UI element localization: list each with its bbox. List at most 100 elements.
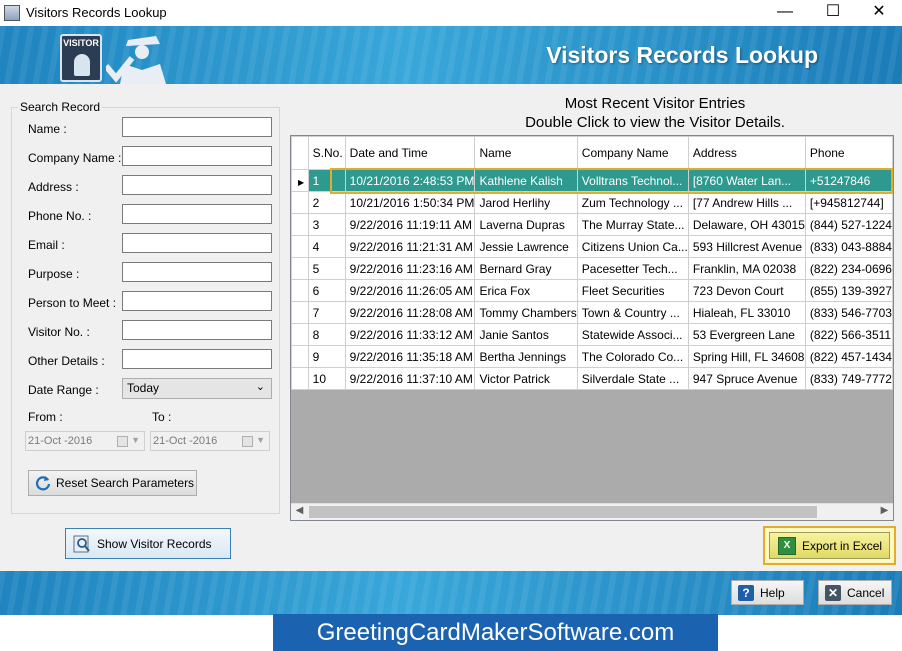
cell-address[interactable]: [8760 Water Lan... — [687, 169, 806, 192]
export-excel-button[interactable]: X Export in Excel — [769, 532, 890, 559]
cell-name[interactable]: Kathlene Kalish — [474, 169, 578, 192]
cell-name[interactable]: Bertha Jennings — [474, 345, 578, 368]
cell-company[interactable]: Citizens Union Ca... — [576, 235, 689, 258]
cell-name[interactable]: Victor Patrick — [474, 367, 578, 390]
column-header-sno[interactable]: S.No. — [307, 136, 346, 170]
to-date-picker[interactable]: 21-Oct -2016 ▼ — [150, 431, 270, 451]
table-row[interactable]: 7 9/22/2016 11:28:08 AM Tommy Chambers Town… — [291, 301, 893, 324]
cell-sno[interactable]: 10 — [307, 367, 346, 390]
cell-company[interactable]: Pacesetter Tech... — [576, 257, 689, 280]
cell-sno[interactable]: 3 — [307, 213, 346, 236]
cell-company[interactable]: Silverdale State ... — [576, 367, 689, 390]
cell-phone[interactable]: (833) 546-7703 — [804, 301, 893, 324]
show-visitor-records-button[interactable]: Show Visitor Records — [65, 528, 231, 559]
cell-address[interactable]: [77 Andrew Hills ... — [687, 191, 806, 214]
email-input[interactable] — [122, 233, 272, 253]
cell-date-time[interactable]: 9/22/2016 11:19:11 AM — [344, 213, 476, 236]
cell-name[interactable]: Jarod Herlihy — [474, 191, 578, 214]
cell-date-time[interactable]: 9/22/2016 11:37:10 AM — [344, 367, 476, 390]
column-header-date-time[interactable]: Date and Time — [344, 136, 476, 170]
table-row[interactable]: ▶ 1 10/21/2016 2:48:53 PM Kathlene Kalish Vo… — [291, 169, 893, 192]
table-row[interactable]: 8 9/22/2016 11:33:12 AM Janie Santos Statew… — [291, 323, 893, 346]
cell-sno[interactable]: 4 — [307, 235, 346, 258]
cell-company[interactable]: Volltrans Technol... — [576, 169, 689, 192]
date-range-select[interactable]: Today ⌄ — [122, 378, 272, 399]
cell-sno[interactable]: 2 — [307, 191, 346, 214]
horizontal-scrollbar[interactable]: ◀ ▶ — [291, 503, 893, 520]
cell-address[interactable]: Franklin, MA 02038 — [687, 257, 806, 280]
close-button[interactable]: ✕ — [856, 0, 902, 26]
row-header[interactable]: ▶ — [291, 169, 309, 192]
cell-date-time[interactable]: 9/22/2016 11:33:12 AM — [344, 323, 476, 346]
table-row[interactable]: 4 9/22/2016 11:21:31 AM Jessie Lawrence Cit… — [291, 235, 893, 258]
row-header[interactable] — [291, 301, 309, 324]
cell-date-time[interactable]: 9/22/2016 11:35:18 AM — [344, 345, 476, 368]
cell-sno[interactable]: 1 — [307, 169, 346, 192]
reset-search-button[interactable]: Reset Search Parameters — [28, 470, 197, 496]
cell-address[interactable]: 947 Spruce Avenue — [687, 367, 806, 390]
cell-phone[interactable]: (833) 749-7772 — [804, 367, 893, 390]
other-details-input[interactable] — [122, 349, 272, 369]
table-row[interactable]: 2 10/21/2016 1:50:34 PM Jarod Herlihy Zum T… — [291, 191, 893, 214]
cell-address[interactable]: 723 Devon Court — [687, 279, 806, 302]
cell-company[interactable]: Zum Technology ... — [576, 191, 689, 214]
row-header[interactable] — [291, 235, 309, 258]
scroll-left-icon[interactable]: ◀ — [291, 505, 308, 516]
visitor-no-input[interactable] — [122, 320, 272, 340]
cancel-button[interactable]: ✕ Cancel — [818, 580, 892, 605]
cell-name[interactable]: Tommy Chambers — [474, 301, 578, 324]
cell-sno[interactable]: 5 — [307, 257, 346, 280]
column-header-company-name[interactable]: Company Name — [576, 136, 689, 170]
cell-date-time[interactable]: 9/22/2016 11:28:08 AM — [344, 301, 476, 324]
row-header[interactable] — [291, 323, 309, 346]
row-header[interactable] — [291, 213, 309, 236]
cell-date-time[interactable]: 10/21/2016 2:48:53 PM — [344, 169, 476, 192]
name-input[interactable] — [122, 117, 272, 137]
cell-date-time[interactable]: 10/21/2016 1:50:34 PM — [344, 191, 476, 214]
cell-phone[interactable]: (822) 234-0696 — [804, 257, 893, 280]
cell-phone[interactable]: (822) 457-1434 — [804, 345, 893, 368]
purpose-input[interactable] — [122, 262, 272, 282]
cell-address[interactable]: 593 Hillcrest Avenue — [687, 235, 806, 258]
cell-sno[interactable]: 6 — [307, 279, 346, 302]
cell-name[interactable]: Bernard Gray — [474, 257, 578, 280]
table-row[interactable]: 6 9/22/2016 11:26:05 AM Erica Fox Fleet Sec… — [291, 279, 893, 302]
cell-company[interactable]: Fleet Securities — [576, 279, 689, 302]
scroll-right-icon[interactable]: ▶ — [876, 505, 893, 516]
row-header[interactable] — [291, 367, 309, 390]
visitor-entries-grid[interactable]: S.No. Date and Time Name Company Name Ad… — [290, 135, 894, 521]
cell-address[interactable]: Hialeah, FL 33010 — [687, 301, 806, 324]
cell-date-time[interactable]: 9/22/2016 11:21:31 AM — [344, 235, 476, 258]
cell-name[interactable]: Jessie Lawrence — [474, 235, 578, 258]
cell-company[interactable]: The Colorado Co... — [576, 345, 689, 368]
row-header[interactable] — [291, 279, 309, 302]
cell-phone[interactable]: (833) 043-8884 — [804, 235, 893, 258]
row-header[interactable] — [291, 191, 309, 214]
cell-company[interactable]: The Murray State... — [576, 213, 689, 236]
phone-input[interactable] — [122, 204, 272, 224]
person-to-meet-input[interactable] — [122, 291, 272, 311]
table-row[interactable]: 10 9/22/2016 11:37:10 AM Victor Patrick Sil… — [291, 367, 893, 390]
cell-name[interactable]: Laverna Dupras — [474, 213, 578, 236]
cell-name[interactable]: Erica Fox — [474, 279, 578, 302]
cell-sno[interactable]: 7 — [307, 301, 346, 324]
cell-phone[interactable]: (822) 566-3511 — [804, 323, 893, 346]
cell-phone[interactable]: [+945812744] — [804, 191, 893, 214]
cell-sno[interactable]: 8 — [307, 323, 346, 346]
cell-date-time[interactable]: 9/22/2016 11:26:05 AM — [344, 279, 476, 302]
maximize-button[interactable]: ☐ — [810, 0, 856, 26]
address-input[interactable] — [122, 175, 272, 195]
column-header-address[interactable]: Address — [687, 136, 806, 170]
company-name-input[interactable] — [122, 146, 272, 166]
from-date-picker[interactable]: 21-Oct -2016 ▼ — [25, 431, 145, 451]
cell-date-time[interactable]: 9/22/2016 11:23:16 AM — [344, 257, 476, 280]
table-row[interactable]: 3 9/22/2016 11:19:11 AM Laverna Dupras The … — [291, 213, 893, 236]
table-row[interactable]: 9 9/22/2016 11:35:18 AM Bertha Jennings The… — [291, 345, 893, 368]
cell-address[interactable]: 53 Evergreen Lane — [687, 323, 806, 346]
cell-name[interactable]: Janie Santos — [474, 323, 578, 346]
row-header[interactable] — [291, 345, 309, 368]
cell-phone[interactable]: +51247846 — [804, 169, 893, 192]
cell-sno[interactable]: 9 — [307, 345, 346, 368]
cell-company[interactable]: Statewide Associ... — [576, 323, 689, 346]
column-header-name[interactable]: Name — [474, 136, 578, 170]
